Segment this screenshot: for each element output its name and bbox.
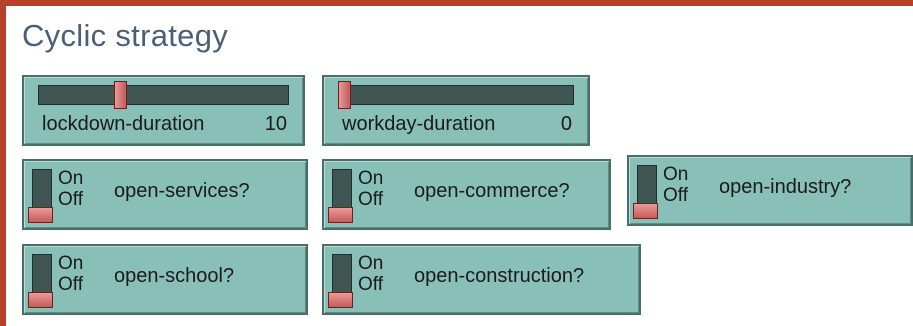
switch-off-label: Off [58,274,83,295]
switch-label: open-services? [114,180,250,202]
switch-label: open-industry? [719,176,852,198]
switch-on-label: On [663,164,689,185]
switch-label: open-construction? [414,265,585,287]
switch-on-label: On [358,253,384,274]
open-school-switch[interactable]: On Off open-school? [22,244,308,315]
slider-value: 0 [560,113,572,135]
slider-value: 10 [264,113,287,135]
slider-label: lockdown-duration [42,113,205,135]
lockdown-duration-slider[interactable]: lockdown-duration 10 [22,75,305,146]
slider-thumb[interactable] [114,81,128,109]
interface-panel: Cyclic strategy lockdown-duration 10 wor… [6,6,913,326]
switch-on-label: On [58,168,84,189]
switch-knob[interactable] [28,207,53,223]
switch-label: open-commerce? [414,180,570,202]
switch-off-label: Off [663,185,688,206]
switch-off-label: Off [358,274,383,295]
switch-off-label: Off [358,189,383,210]
switch-on-label: On [58,253,84,274]
slider-label: workday-duration [342,113,496,135]
slider-track[interactable] [38,85,289,105]
open-commerce-switch[interactable]: On Off open-commerce? [322,159,611,230]
switch-knob[interactable] [633,203,658,219]
switch-off-label: Off [58,189,83,210]
switch-knob[interactable] [28,292,53,308]
switch-on-label: On [358,168,384,189]
open-industry-switch[interactable]: On Off open-industry? [627,155,913,226]
switch-knob[interactable] [328,292,353,308]
section-title: Cyclic strategy [22,18,229,53]
slider-track[interactable] [338,85,574,105]
workday-duration-slider[interactable]: workday-duration 0 [322,75,590,146]
switch-knob[interactable] [328,207,353,223]
open-construction-switch[interactable]: On Off open-construction? [322,244,641,315]
open-services-switch[interactable]: On Off open-services? [22,159,308,230]
switch-label: open-school? [114,265,235,287]
slider-thumb[interactable] [338,81,351,109]
